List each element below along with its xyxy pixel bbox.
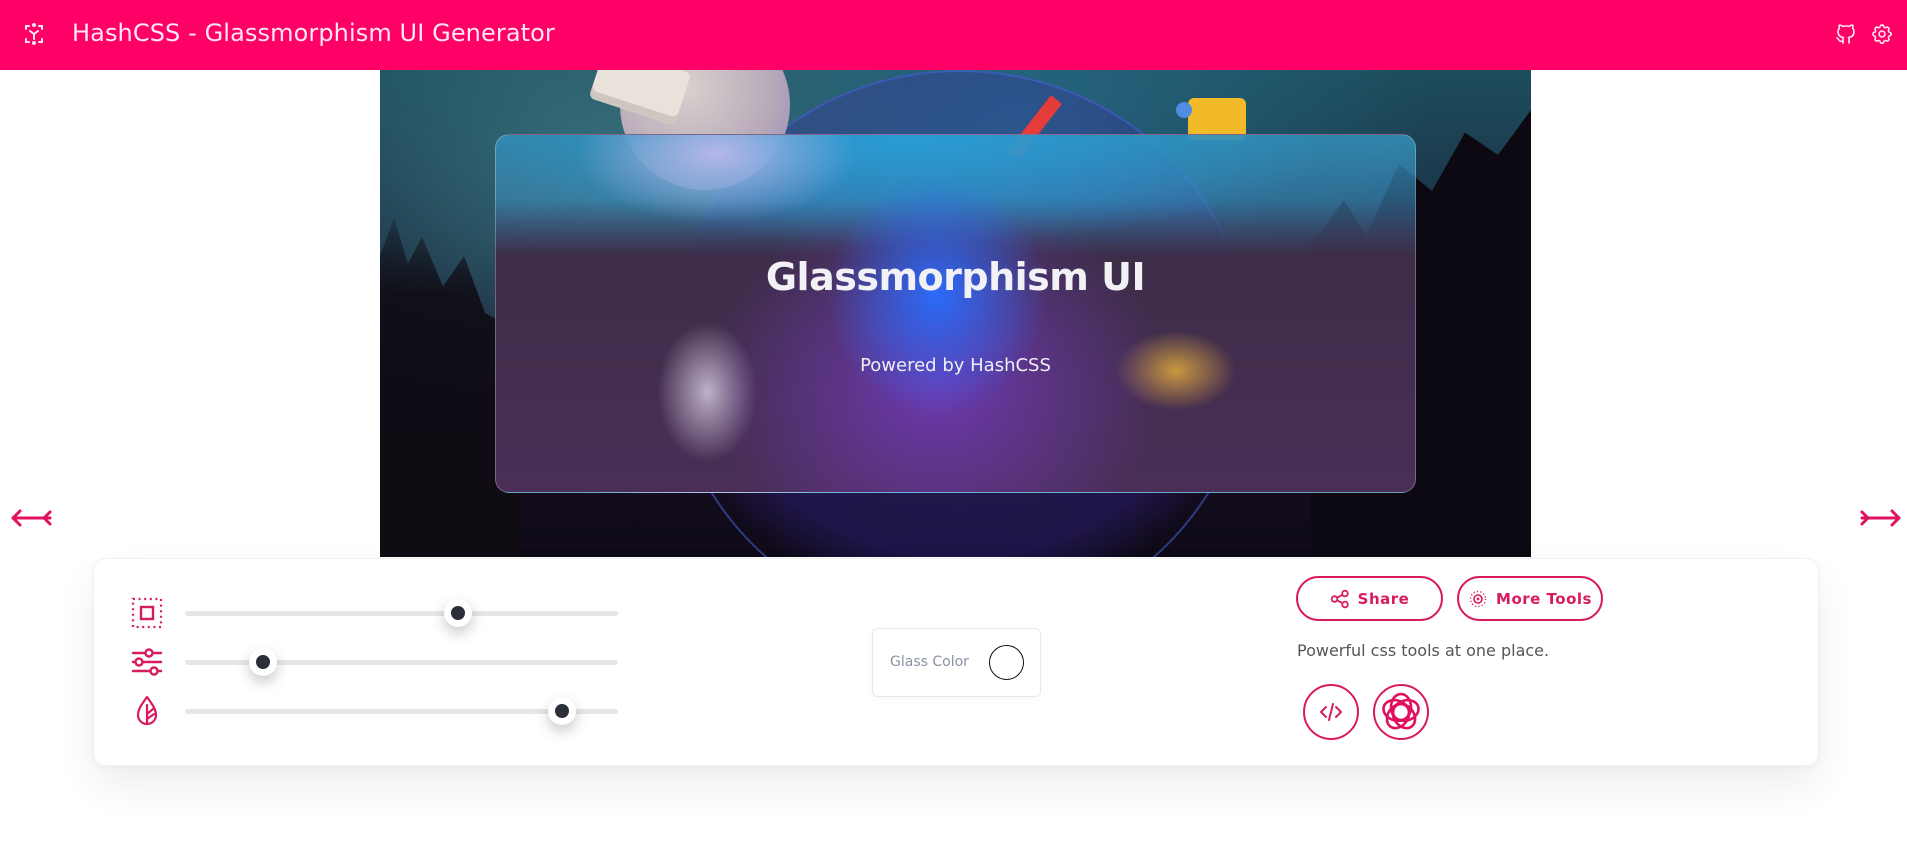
more-tools-button[interactable]: More Tools (1457, 576, 1603, 621)
glass-card: Glassmorphism UI Powered by HashCSS (495, 134, 1416, 493)
size-slider[interactable] (185, 599, 618, 627)
glass-card-title: Glassmorphism UI (765, 255, 1146, 299)
blur-slider-thumb[interactable] (547, 697, 576, 725)
app-title: HashCSS - Glassmorphism UI Generator (72, 19, 555, 47)
sliders-icon (131, 648, 163, 676)
leaf-drop-icon (136, 695, 158, 726)
blur-slider[interactable] (185, 697, 618, 725)
slider-row-size (130, 594, 620, 630)
github-icon[interactable] (1834, 22, 1858, 46)
swirl-logo-icon (1382, 692, 1420, 730)
glass-card-subtitle: Powered by HashCSS (860, 355, 1051, 376)
tagline: Powerful css tools at one place. (1297, 641, 1550, 660)
hashcss-logo-icon[interactable] (20, 20, 48, 48)
more-tools-icon (1469, 590, 1487, 607)
share-button[interactable]: Share (1296, 576, 1443, 621)
slider-row-transparency (130, 643, 620, 679)
code-button[interactable] (1303, 684, 1359, 740)
transparency-slider[interactable] (185, 648, 618, 676)
transparency-slider-thumb[interactable] (248, 648, 277, 676)
glass-color-swatch[interactable] (989, 645, 1024, 680)
code-icon (1320, 703, 1342, 721)
slider-row-blur (130, 692, 620, 728)
selection-square-icon (131, 597, 163, 629)
size-slider-thumb[interactable] (443, 599, 472, 627)
share-icon (1330, 589, 1349, 608)
swirl-button[interactable] (1373, 684, 1429, 740)
background-ball-illustration (1176, 102, 1192, 118)
glass-color-label: Glass Color (890, 654, 969, 670)
control-panel: Glass Color Share More Tools Powerful cs… (93, 558, 1819, 766)
arrow-left-icon[interactable] (10, 506, 54, 530)
preview-area: Glassmorphism UI Powered by HashCSS (380, 70, 1531, 557)
gear-icon[interactable] (1870, 22, 1894, 46)
glass-color-picker[interactable]: Glass Color (872, 628, 1041, 697)
app-header: HashCSS - Glassmorphism UI Generator (0, 0, 1907, 70)
arrow-right-icon[interactable] (1858, 506, 1902, 530)
share-button-label: Share (1357, 589, 1410, 608)
more-tools-button-label: More Tools (1496, 589, 1592, 608)
